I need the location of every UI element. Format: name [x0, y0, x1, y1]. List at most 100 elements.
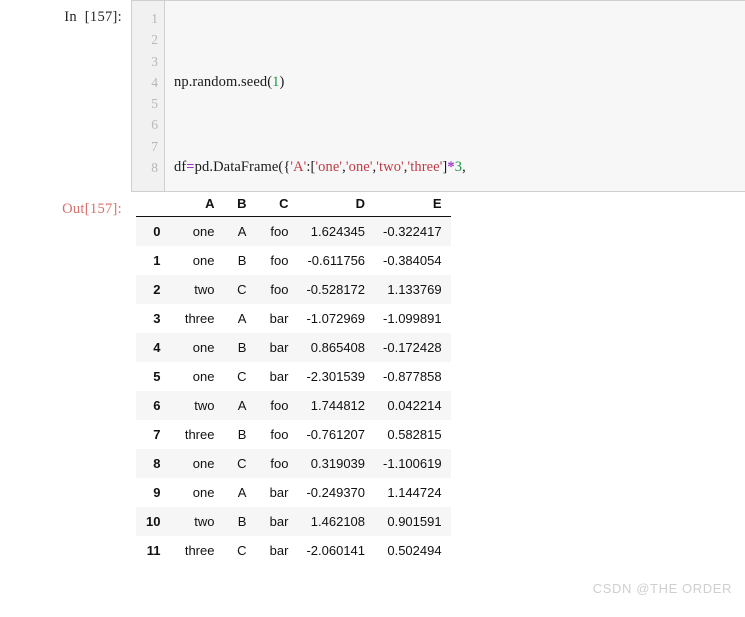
table-cell-b: B — [237, 514, 247, 529]
table-cell-a: three — [184, 427, 215, 442]
table-row: 2 two Cfoo -0.528172 1.133769 — [136, 275, 451, 304]
table-cell-b: B — [237, 340, 247, 355]
table-cell-b: C — [237, 369, 247, 384]
table-row: 3 three Abar -1.072969 -1.099891 — [136, 304, 451, 333]
table-cell-a: one — [192, 224, 215, 239]
table-cell-e: 0.582815 — [387, 427, 442, 442]
table-cell-c: bar — [269, 311, 289, 326]
column-header-d: D — [297, 192, 375, 217]
code-token-string: 'three' — [407, 159, 443, 176]
column-header-a: A — [169, 192, 224, 217]
code-token-operator: * — [447, 159, 455, 176]
table-cell-c: bar — [269, 485, 289, 500]
column-header-c: C — [255, 192, 298, 217]
table-cell-e: 0.502494 — [387, 543, 442, 558]
code-token-comma: , — [462, 159, 466, 176]
row-index-cell: 10 — [146, 514, 161, 529]
table-cell-d: 1.462108 — [310, 514, 366, 529]
table-cell-a: three — [184, 311, 215, 326]
table-cell-b: B — [237, 427, 247, 442]
code-token-string: 'one' — [345, 159, 373, 176]
table-row: 6 two Afoo 1.744812 0.042214 — [136, 391, 451, 420]
table-cell-e: -0.322417 — [383, 224, 442, 239]
table-cell-a: one — [192, 456, 215, 471]
table-cell-a: three — [184, 543, 215, 558]
table-cell-c: bar — [269, 514, 289, 529]
table-cell-b: A — [237, 398, 247, 413]
table-cell-c: foo — [270, 398, 289, 413]
table-cell-a: one — [192, 369, 215, 384]
in-prompt-label: In [157]: — [64, 9, 122, 25]
code-token-number: 3 — [454, 159, 463, 176]
row-index-cell: 9 — [153, 485, 161, 500]
code-token-paren: ) — [279, 73, 285, 90]
table-cell-e: -0.172428 — [383, 340, 442, 355]
table-cell-d: -0.249370 — [306, 485, 366, 500]
column-header-e: E — [374, 192, 451, 217]
row-index-cell: 1 — [153, 253, 161, 268]
row-index-cell: 6 — [153, 398, 161, 413]
table-cell-c: foo — [270, 427, 289, 442]
table-cell-e: -0.877858 — [383, 369, 442, 384]
code-token-string: 'A' — [290, 159, 307, 176]
table-cell-e: 1.133769 — [387, 282, 442, 297]
code-token-string: 'two' — [376, 159, 404, 176]
code-token-operator: = — [186, 159, 195, 176]
table-cell-b: C — [237, 543, 247, 558]
line-number: 4 — [151, 74, 158, 90]
table-cell-c: bar — [269, 340, 289, 355]
table-cell-d: -1.072969 — [306, 311, 366, 326]
row-index-cell: 2 — [153, 282, 161, 297]
notebook-input-cell: In [157]: 1 2 3 4 5 6 7 8 np.random.seed… — [0, 0, 745, 192]
table-cell-a: two — [194, 398, 215, 413]
table-row: 0 one Afoo 1.624345 -0.322417 — [136, 216, 451, 246]
table-cell-b: A — [237, 224, 247, 239]
table-cell-a: one — [192, 340, 215, 355]
table-cell-e: 0.042214 — [387, 398, 442, 413]
table-cell-d: 1.744812 — [310, 398, 366, 413]
line-number-gutter: 1 2 3 4 5 6 7 8 — [132, 1, 165, 191]
table-cell-e: -1.100619 — [383, 456, 442, 471]
row-index-cell: 3 — [153, 311, 161, 326]
table-cell-c: foo — [270, 224, 289, 239]
table-cell-b: B — [237, 253, 247, 268]
table-header: A B C D E — [136, 192, 451, 217]
table-cell-d: 0.319039 — [310, 456, 366, 471]
table-cell-b: C — [237, 456, 247, 471]
table-cell-c: foo — [270, 456, 289, 471]
row-index-cell: 0 — [153, 224, 161, 239]
dataframe-table: A B C D E 0 one Afoo 1.624345 -0.322417 1 one B… — [136, 192, 451, 565]
table-cell-b: A — [237, 485, 247, 500]
row-index-cell: 5 — [153, 369, 161, 384]
table-body: 0 one Afoo 1.624345 -0.322417 1 one Bfoo -0.6117… — [136, 216, 451, 565]
code-line-2: df=pd.DataFrame({'A':['one','one','two',… — [174, 157, 745, 178]
table-cell-d: -0.611756 — [307, 253, 366, 268]
table-cell-a: two — [194, 282, 215, 297]
row-index-cell: 11 — [146, 543, 161, 558]
line-number: 6 — [151, 117, 158, 133]
table-cell-d: -2.301539 — [306, 369, 366, 384]
code-token-var: df — [174, 159, 187, 176]
table-row: 5 one Cbar -2.301539 -0.877858 — [136, 362, 451, 391]
code-editor[interactable]: 1 2 3 4 5 6 7 8 np.random.seed(1) df=pd.… — [131, 0, 745, 192]
row-index-cell: 4 — [153, 340, 161, 355]
table-row: 1 one Bfoo -0.611756 -0.384054 — [136, 246, 451, 275]
table-cell-a: one — [192, 253, 215, 268]
row-index-cell: 7 — [153, 427, 161, 442]
table-row: 8 one Cfoo 0.319039 -1.100619 — [136, 449, 451, 478]
table-cell-e: 0.901591 — [387, 514, 442, 529]
table-cell-a: two — [194, 514, 215, 529]
code-text-area[interactable]: np.random.seed(1) df=pd.DataFrame({'A':[… — [165, 1, 745, 191]
table-row: 10 two Bbar 1.462108 0.901591 — [136, 507, 451, 536]
table-cell-b: C — [237, 282, 247, 297]
code-line-1: np.random.seed(1) — [174, 72, 745, 93]
table-row: 11 three Cbar -2.060141 0.502494 — [136, 536, 451, 565]
table-cell-c: bar — [269, 369, 289, 384]
table-cell-e: -1.099891 — [383, 311, 442, 326]
code-token-string: 'one' — [315, 159, 343, 176]
table-row: 4 one Bbar 0.865408 -0.172428 — [136, 333, 451, 362]
table-cell-e: -0.384054 — [383, 253, 442, 268]
code-token-number: 1 — [272, 73, 280, 90]
table-cell-d: 1.624345 — [310, 224, 366, 239]
row-index-cell: 8 — [153, 456, 161, 471]
